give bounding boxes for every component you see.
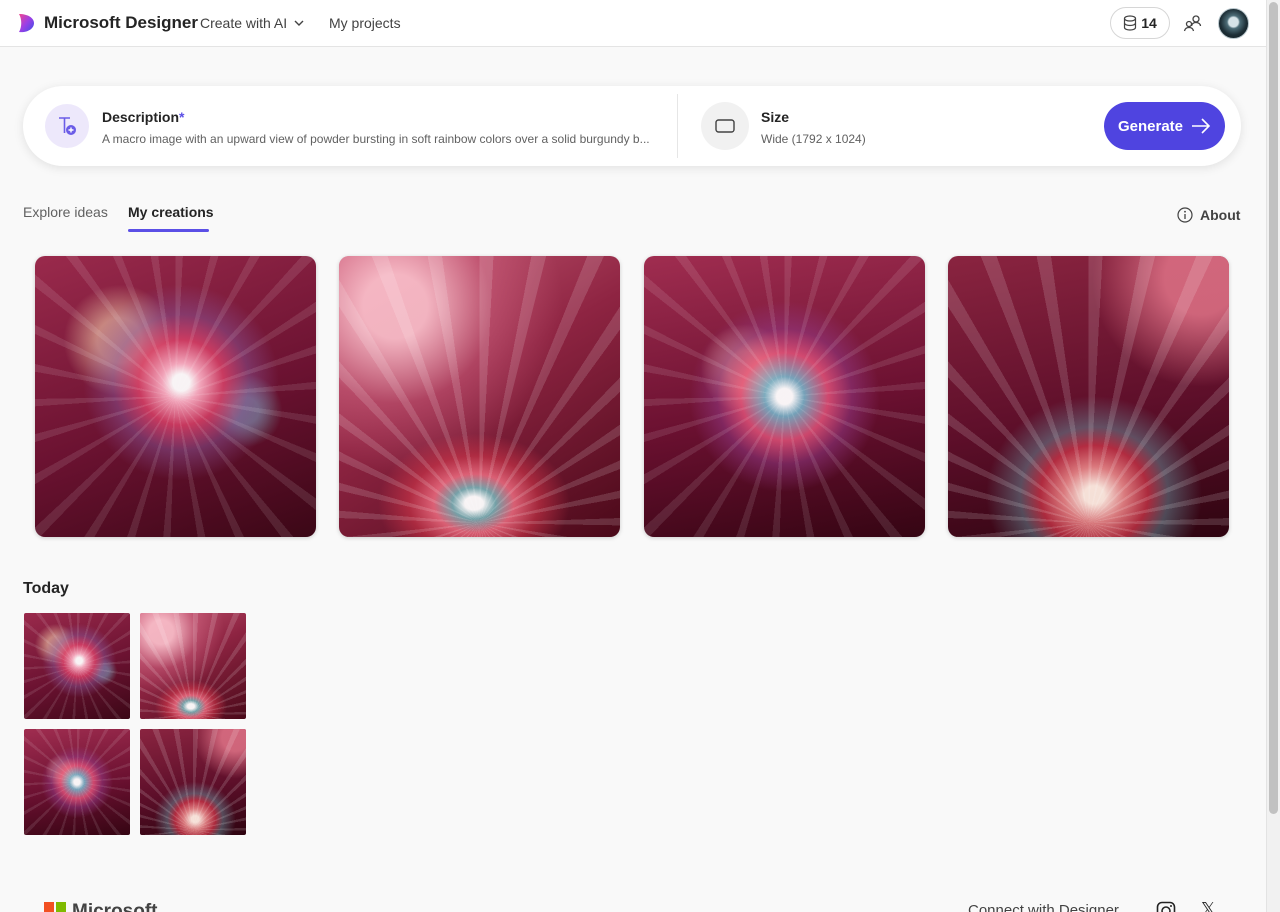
description-label: Description* [102,109,184,125]
generate-button[interactable]: Generate [1104,102,1225,150]
microsoft-wordmark: Microsoft [72,901,158,912]
powder-burst-image [339,256,620,537]
size-icon-button[interactable] [701,102,749,150]
history-thumbnail-1[interactable] [24,613,130,719]
about-button[interactable]: About [1177,207,1240,223]
x-icon[interactable]: 𝕏 [1201,899,1216,912]
credits-count: 14 [1141,15,1157,31]
generate-label: Generate [1117,117,1184,135]
top-bar: Microsoft Designer Create with AI My pro… [0,0,1266,47]
active-tab-indicator [128,229,209,232]
history-thumbnail-3[interactable] [24,729,130,835]
prompt-divider [677,94,678,158]
info-icon [1177,207,1193,223]
designer-logo-icon[interactable] [16,12,36,34]
text-add-icon [59,117,76,135]
history-thumbnail-4[interactable] [140,729,246,835]
section-today-heading: Today [23,580,69,597]
user-avatar[interactable] [1218,8,1249,39]
microsoft-logo-icon [44,902,66,912]
share-people-icon[interactable] [1183,13,1203,33]
creation-image-3[interactable] [644,256,925,537]
powder-burst-image [948,256,1229,537]
aspect-ratio-icon [715,119,735,133]
description-icon-button[interactable] [45,104,89,148]
creation-image-2[interactable] [339,256,620,537]
powder-burst-thumbnail [24,613,130,719]
brand-name[interactable]: Microsoft Designer [44,13,198,33]
description-label-text: Description [102,109,180,125]
prompt-card: Description* A macro image with an upwar… [23,86,1241,166]
size-label: Size [761,109,790,125]
connect-with-designer-label: Connect with Designer [968,902,1119,912]
page-scrollbar[interactable] [1266,0,1280,912]
tab-explore-ideas[interactable]: Explore ideas [23,204,108,220]
nav-create-with-ai[interactable]: Create with AI [200,15,305,31]
chevron-down-icon [294,20,304,26]
description-input[interactable]: A macro image with an upward view of pow… [102,132,662,146]
history-thumbnail-2[interactable] [140,613,246,719]
credits-button[interactable]: 14 [1110,7,1170,39]
nav-create-label: Create with AI [200,15,288,31]
about-label: About [1200,207,1241,223]
powder-burst-image [35,256,316,537]
powder-burst-image [644,256,925,537]
creation-image-1[interactable] [35,256,316,537]
required-marker: * [179,109,185,125]
coin-stack-icon [1124,15,1137,31]
tab-my-creations[interactable]: My creations [128,204,214,220]
instagram-icon[interactable] [1156,901,1176,912]
powder-burst-thumbnail [24,729,130,835]
powder-burst-thumbnail [140,729,246,835]
scrollbar-thumb[interactable] [1269,2,1278,814]
powder-burst-thumbnail [140,613,246,719]
size-selector[interactable]: Wide (1792 x 1024) [761,132,866,146]
arrow-right-icon [1192,118,1211,134]
creation-image-4[interactable] [948,256,1229,537]
nav-my-projects[interactable]: My projects [329,15,401,31]
